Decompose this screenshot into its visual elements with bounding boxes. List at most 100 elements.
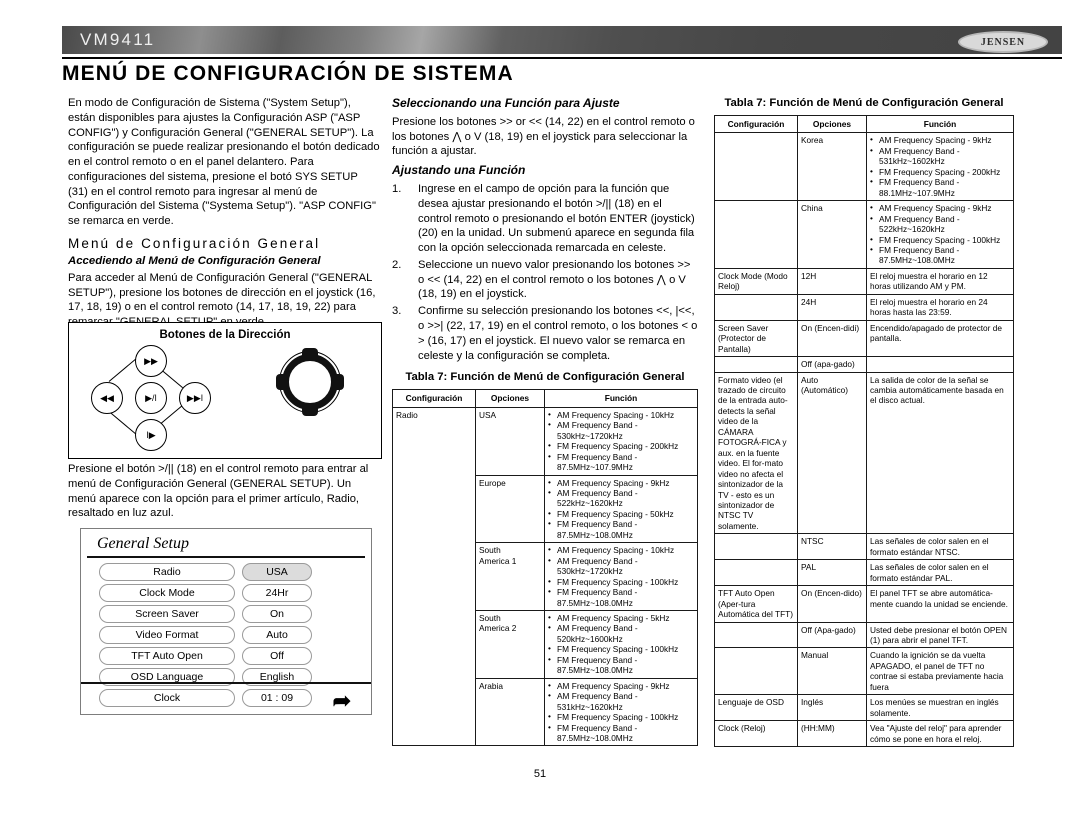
manual-page: VM9411 JENSEN MENÚ DE CONFIGURACIÓN DE S…: [0, 0, 1080, 834]
dpad-left-icon[interactable]: ◀◀: [91, 382, 123, 414]
intro-paragraph: En modo de Configuración de Sistema ("Sy…: [68, 97, 380, 228]
cell-opciones: 24H: [797, 293, 867, 321]
jensen-logo: JENSEN: [958, 31, 1048, 53]
column-header: Función: [544, 389, 698, 408]
osd-row-label: Screen Saver: [99, 605, 235, 623]
function-bullet: AM Frequency Spacing - 5kHz: [548, 612, 694, 623]
dpad-center-icon[interactable]: ▶/ǀ: [135, 382, 167, 414]
dpad-right-icon[interactable]: ▶▶ǀ: [179, 382, 211, 414]
general-setup-table-part2: ConfiguraciónOpcionesFunción KoreaAM Fre…: [714, 114, 1014, 748]
adjust-step: 2. Seleccione un nuevo valor presionando …: [392, 258, 698, 302]
step-number: 2.: [392, 258, 402, 271]
table-row: KoreaAM Frequency Spacing - 9kHzAM Frequ…: [714, 132, 1014, 202]
cell-opciones: South America 2: [475, 610, 545, 679]
function-bullet-list: AM Frequency Spacing - 9kHzAM Frequency …: [548, 477, 694, 541]
osd-row[interactable]: Screen Saver On: [99, 605, 371, 623]
table-row: Lenguaje de OSD Inglés Los menúes se muest…: [714, 694, 1014, 722]
cell-configuracion: [714, 559, 798, 587]
function-bullet-list: AM Frequency Spacing - 9kHzAM Frequency …: [870, 134, 1010, 198]
dpad-down-icon[interactable]: ǀ▶: [135, 419, 167, 451]
cell-configuracion: [714, 132, 798, 202]
selecting-paragraph: Presione los botones >> or << (14, 22) e…: [392, 115, 695, 158]
adjust-step: 3. Confirme su selección presionando los …: [392, 304, 698, 363]
cell-funcion: El panel TFT se abre automática-mente cu…: [866, 585, 1014, 623]
osd-row-value[interactable]: USA: [242, 563, 312, 581]
cell-opciones: NTSC: [797, 533, 867, 561]
joystick-ring: [276, 348, 344, 416]
cell-funcion: [866, 356, 1014, 373]
function-bullet: AM Frequency Band -522kHz~1620kHz: [548, 487, 694, 509]
section-heading-general-menu: Menú de Configuración General: [68, 236, 321, 252]
back-arrow-icon[interactable]: ➦: [333, 690, 351, 712]
function-bullet: AM Frequency Band -522kHz~1620kHz: [870, 213, 1010, 235]
function-bullet: AM Frequency Band -531kHz~1620kHz: [548, 690, 694, 712]
cell-opciones: Korea: [797, 132, 867, 202]
cell-funcion: Los menúes se muestran en inglés solamen…: [866, 694, 1014, 722]
osd-row[interactable]: Video Format Auto: [99, 626, 371, 644]
cell-configuracion: Formato video (el trazado de circuito de…: [714, 371, 798, 535]
cell-opciones: Europe: [475, 474, 545, 544]
table-row: Off (Apa-gado) Usted debe presionar el bo…: [714, 621, 1014, 649]
function-bullet: FM Frequency Band -87.5MHz~107.9MHz: [548, 451, 694, 473]
cell-funcion: AM Frequency Spacing - 9kHzAM Frequency …: [866, 132, 1014, 202]
osd-row-label: Video Format: [99, 626, 235, 644]
function-bullet: FM Frequency Spacing - 100kHz: [548, 576, 694, 587]
cell-configuracion: Lenguaje de OSD: [714, 694, 798, 722]
table-row: Screen Saver (Protector de Pantalla) On (…: [714, 319, 1014, 358]
cell-opciones: Arabia: [475, 677, 545, 747]
cell-opciones: (HH:MM): [797, 720, 867, 748]
cell-funcion: AM Frequency Spacing - 10kHzAM Frequency…: [544, 542, 698, 612]
function-bullet: FM Frequency Band -87.5MHz~108.0MHz: [548, 722, 694, 744]
cell-opciones: On (Encen-didi): [797, 319, 867, 358]
cell-opciones: Auto (Automático): [797, 371, 867, 535]
cell-funcion: AM Frequency Spacing - 9kHzAM Frequency …: [544, 677, 698, 747]
cell-opciones: Off (Apa-gado): [797, 621, 867, 649]
table-header-row: Configuración Opciones Función: [714, 114, 1014, 134]
column-header: Opciones: [475, 389, 545, 408]
function-bullet: FM Frequency Band -87.5MHz~108.0MHz: [548, 586, 694, 608]
osd-row-value[interactable]: 24Hr: [242, 584, 312, 602]
cell-configuracion: Radio: [392, 406, 476, 747]
function-bullet: AM Frequency Spacing - 10kHz: [548, 544, 694, 555]
osd-footer: ➦: [81, 682, 371, 714]
step-number: 3.: [392, 305, 402, 318]
function-bullet: AM Frequency Spacing - 9kHz: [870, 202, 1010, 213]
table-row: Manual Cuando la ignición se da vuelta AP…: [714, 647, 1014, 696]
joystick-icon: [276, 348, 344, 416]
table-body: KoreaAM Frequency Spacing - 9kHzAM Frequ…: [714, 132, 1014, 748]
page-header-bar: VM9411 JENSEN: [62, 26, 1062, 54]
cell-configuracion: Clock Mode (Modo Reloj): [714, 267, 798, 295]
osd-row[interactable]: Radio USA: [99, 563, 371, 581]
osd-row[interactable]: TFT Auto Open Off: [99, 647, 371, 665]
function-bullet: FM Frequency Band -87.5MHz~108.0MHz: [548, 654, 694, 676]
function-bullet: AM Frequency Spacing - 9kHz: [870, 134, 1010, 145]
step-text: Confirme su selección presionando los bo…: [418, 305, 698, 362]
column-header: Función: [866, 114, 1014, 134]
osd-row-value[interactable]: On: [242, 605, 312, 623]
cell-funcion: Vea "Ajuste del reloj" para aprender cóm…: [866, 720, 1014, 748]
header-divider: [62, 57, 1062, 59]
cell-funcion: Las señales de color salen en el formato…: [866, 559, 1014, 587]
column-header: Configuración: [714, 114, 798, 134]
cell-funcion: Las señales de color salen en el formato…: [866, 533, 1014, 561]
general-setup-table-part1: ConfiguraciónOpcionesFunción RadioUSAAM …: [392, 389, 698, 747]
table-caption-middle: Tabla 7: Función de Menú de Configuració…: [405, 371, 685, 384]
function-bullet: AM Frequency Band -531kHz~1602kHz: [870, 145, 1010, 167]
cell-opciones: China: [797, 200, 867, 269]
table-header-row: Configuración Opciones Función: [392, 389, 698, 408]
general-setup-screen: General Setup Radio USA Clock Mode 24Hr Scre…: [80, 528, 372, 715]
function-bullet: FM Frequency Spacing - 100kHz: [870, 234, 1010, 245]
osd-row-value[interactable]: Auto: [242, 626, 312, 644]
table-row: 24H El reloj muestra el horario en 24 hor…: [714, 293, 1014, 321]
table-body: RadioUSAAM Frequency Spacing - 10kHzAM F…: [392, 406, 698, 747]
osd-intro-block: Presione el botón >/|| (18) en el contro…: [68, 462, 380, 525]
table-row: RadioUSAAM Frequency Spacing - 10kHzAM F…: [392, 406, 698, 747]
cell-configuracion: [714, 621, 798, 649]
cell-funcion: Usted debe presionar el botón OPEN (1) p…: [866, 621, 1014, 649]
osd-row-value[interactable]: Off: [242, 647, 312, 665]
column-header: Configuración: [392, 389, 476, 408]
osd-row[interactable]: Clock Mode 24Hr: [99, 584, 371, 602]
osd-title: General Setup: [97, 535, 189, 552]
dpad-up-icon[interactable]: ▶▶: [135, 345, 167, 377]
function-bullet: AM Frequency Spacing - 10kHz: [548, 409, 694, 420]
